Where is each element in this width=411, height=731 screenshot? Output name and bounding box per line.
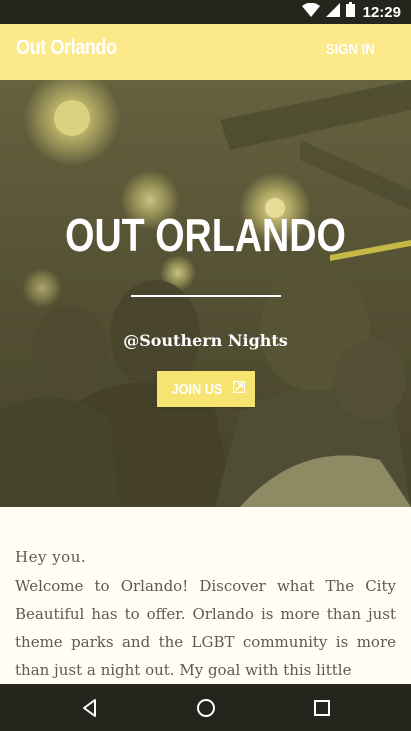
hero-photo xyxy=(0,80,411,507)
external-link-icon xyxy=(232,380,246,398)
hero-venue: @Southern Nights xyxy=(123,331,288,350)
sign-in-button[interactable]: SIGN IN xyxy=(326,41,375,58)
signal-icon xyxy=(325,2,340,22)
intro-section: Hey you. Welcome to Orlando! Discover wh… xyxy=(0,507,411,684)
intro-paragraph: Welcome to Orlando! Discover what The Ci… xyxy=(15,577,396,679)
app-bar: Out Orlando SIGN IN xyxy=(0,24,411,80)
app-title[interactable]: Out Orlando xyxy=(16,36,117,60)
status-icons: 12:29 xyxy=(301,0,401,24)
system-nav-bar xyxy=(0,684,411,731)
home-icon[interactable] xyxy=(194,696,218,720)
hero-title: OUT ORLANDO xyxy=(65,209,346,261)
recents-icon[interactable] xyxy=(310,696,334,720)
join-us-button[interactable]: JOIN US xyxy=(157,371,255,407)
status-time: 12:29 xyxy=(362,3,401,21)
battery-icon xyxy=(345,2,355,22)
hero-banner: OUT ORLANDO @Southern Nights JOIN US xyxy=(0,80,411,507)
status-bar: 12:29 xyxy=(0,0,411,24)
join-us-label: JOIN US xyxy=(171,380,223,398)
hero-divider xyxy=(131,295,281,297)
greeting-text: Hey you. xyxy=(15,548,87,566)
wifi-icon xyxy=(301,2,320,22)
back-icon[interactable] xyxy=(78,696,102,720)
